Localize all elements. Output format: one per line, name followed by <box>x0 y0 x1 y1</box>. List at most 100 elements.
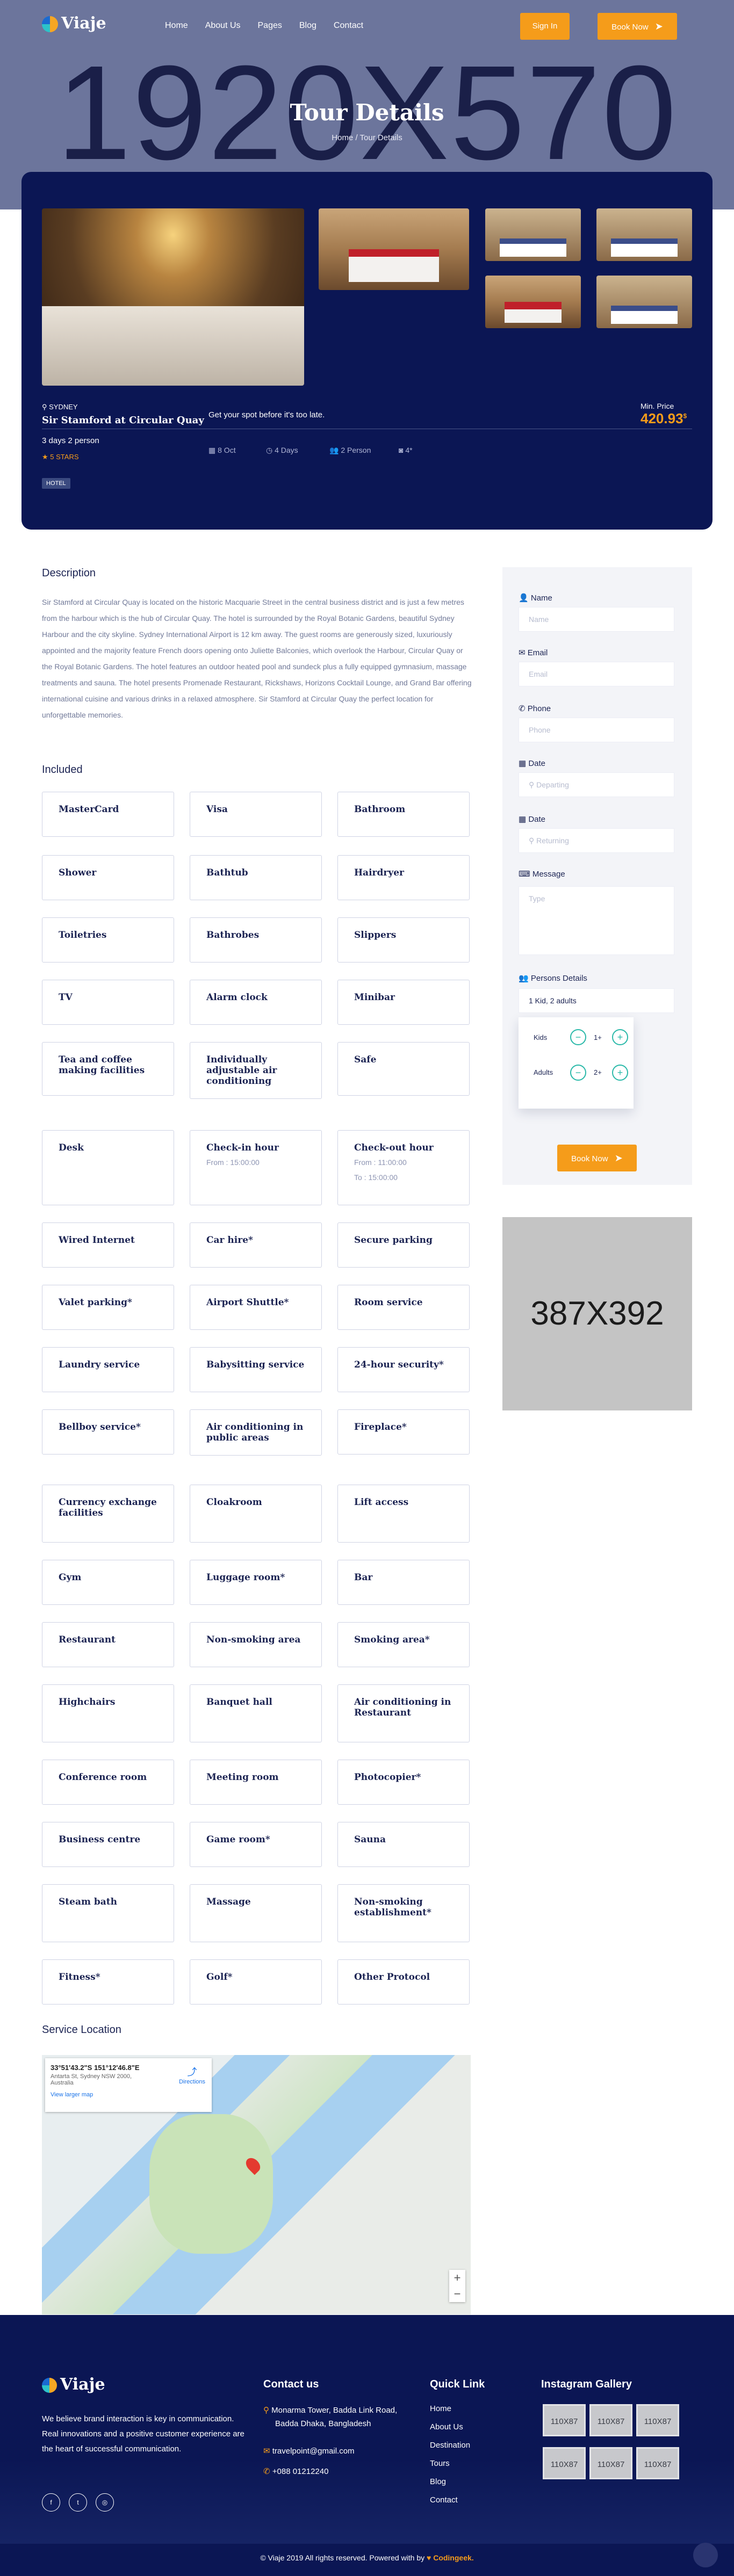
zoom-in-button[interactable]: + <box>449 2270 465 2286</box>
nav-blog[interactable]: Blog <box>299 21 316 31</box>
amenity-title: Bathtub <box>206 867 248 878</box>
amenity-item: Air conditioning in public areas <box>190 1409 322 1456</box>
quick-link-about[interactable]: About Us <box>430 2422 463 2432</box>
persons-input[interactable]: 1 Kid, 2 adults <box>519 988 674 1013</box>
users-icon: 👥 <box>329 446 341 454</box>
amenity-item: Fitness* <box>42 1959 174 2005</box>
amenity-item: Banquet hall <box>190 1684 322 1742</box>
room-photo-4[interactable] <box>485 276 581 328</box>
amenity-title: Toiletries <box>59 930 107 940</box>
name-input[interactable]: Name <box>519 607 674 632</box>
logo[interactable]: Viaje <box>42 14 106 33</box>
amenity-title: MasterCard <box>59 804 119 815</box>
departing-input[interactable]: ⚲ Departing <box>519 772 674 797</box>
adults-plus-button[interactable]: + <box>612 1065 628 1081</box>
phone-label: ✆ Phone <box>519 704 551 713</box>
quick-link-blog[interactable]: Blog <box>430 2477 446 2486</box>
persons-label: 👥 Persons Details <box>519 974 587 983</box>
amenity-title: Secure parking <box>354 1235 433 1246</box>
pin-icon: ⚲ <box>529 836 537 845</box>
zoom-controls: + − <box>449 2270 465 2302</box>
amenity-title: Other Protocol <box>354 1972 430 1982</box>
service-map[interactable]: 33°51'43.2"S 151°12'46.8"E Antarta St, S… <box>42 2055 471 2314</box>
amenity-item: Desk <box>42 1130 174 1205</box>
date-label-1: ▦ Date <box>519 759 546 768</box>
booking-form: 👤 Name Name ✉ Email Email ✆ Phone Phone … <box>502 567 692 1185</box>
quick-link-home[interactable]: Home <box>430 2404 451 2413</box>
amenity-title: TV <box>59 992 73 1003</box>
quick-link-destination[interactable]: Destination <box>430 2441 470 2450</box>
kids-plus-button[interactable]: + <box>612 1029 628 1045</box>
gallery-image[interactable]: 110X87 <box>543 2447 586 2479</box>
footer-email[interactable]: ✉ travelpoint@gmail.com <box>263 2446 355 2456</box>
kids-minus-button[interactable]: − <box>570 1029 586 1045</box>
gallery-image[interactable]: 110X87 <box>543 2404 586 2436</box>
view-larger-map-link[interactable]: View larger map <box>51 2092 206 2098</box>
amenity-item: Individually adjustable air conditioning <box>190 1042 322 1099</box>
amenity-item: Safe <box>337 1042 470 1096</box>
book-now-button[interactable]: Book Now ➤ <box>598 13 677 40</box>
nav-pages[interactable]: Pages <box>258 21 282 31</box>
amenity-title: Airport Shuttle* <box>206 1297 289 1308</box>
amenity-title: Desk <box>59 1142 84 1153</box>
email-input[interactable]: Email <box>519 662 674 686</box>
tour-persons: 👥 2 Person <box>329 446 371 454</box>
amenity-item: Game room* <box>190 1822 322 1867</box>
gallery-image[interactable]: 110X87 <box>636 2404 679 2436</box>
room-photo-5[interactable] <box>596 276 692 328</box>
room-photo-2[interactable] <box>485 208 581 261</box>
room-photo-3[interactable] <box>596 208 692 261</box>
date-label-2: ▦ Date <box>519 815 546 824</box>
tour-duration: 3 days 2 person <box>42 436 99 445</box>
amenity-title: Individually adjustable air conditioning <box>206 1054 277 1087</box>
phone-input[interactable]: Phone <box>519 718 674 742</box>
twitter-icon[interactable]: t <box>69 2493 87 2512</box>
calendar-icon: ▦ <box>519 759 529 768</box>
amenity-detail: From : 11:00:00 <box>354 1158 407 1167</box>
amenity-item: Alarm clock <box>190 980 322 1025</box>
nav-about[interactable]: About Us <box>205 21 241 31</box>
scroll-top-button[interactable] <box>693 2543 718 2567</box>
footer-logo[interactable]: Viaje <box>42 2375 105 2394</box>
amenity-title: Golf* <box>206 1972 233 1982</box>
message-textarea[interactable]: Type <box>519 886 674 955</box>
quick-link-tours[interactable]: Tours <box>430 2459 450 2468</box>
amenity-item: Bathtub <box>190 855 322 900</box>
quick-link-contact[interactable]: Contact <box>430 2495 458 2505</box>
amenity-item: Toiletries <box>42 917 174 963</box>
sign-in-button[interactable]: Sign In <box>520 13 570 40</box>
amenity-title: Luggage room* <box>206 1572 285 1583</box>
gallery-image[interactable]: 110X87 <box>589 2404 632 2436</box>
footer-phone[interactable]: ✆ +088 01212240 <box>263 2466 328 2476</box>
adults-minus-button[interactable]: − <box>570 1065 586 1081</box>
instagram-icon[interactable]: ◎ <box>96 2493 114 2512</box>
tour-name: Sir Stamford at Circular Quay <box>42 415 204 426</box>
amenity-title: Steam bath <box>59 1897 117 1907</box>
logo-icon <box>42 16 58 32</box>
submit-book-button[interactable]: Book Now ➤ <box>557 1145 637 1171</box>
gallery-image[interactable]: 110X87 <box>636 2447 679 2479</box>
directions-link[interactable]: ⤴ Directions <box>179 2065 205 2085</box>
amenity-title: Tea and coffee making facilities <box>59 1054 145 1076</box>
amenity-item: Fireplace* <box>337 1409 470 1455</box>
amenity-title: Slippers <box>354 930 397 940</box>
amenity-title: Safe <box>354 1054 377 1065</box>
tour-days: ◷ 4 Days <box>266 446 298 454</box>
amenity-item: Non-smoking area <box>190 1622 322 1667</box>
gallery-image[interactable]: 110X87 <box>589 2447 632 2479</box>
adults-label: Adults <box>534 1068 553 1076</box>
map-pin-icon: ⚲ <box>42 403 49 411</box>
calendar-icon: ▦ <box>519 815 529 824</box>
logo-icon <box>42 2378 57 2393</box>
phone-icon: ✆ <box>519 704 528 713</box>
returning-input[interactable]: ⚲ Returning <box>519 828 674 853</box>
map-pin-icon: ⚲ <box>263 2406 272 2415</box>
nav-contact[interactable]: Contact <box>334 21 363 31</box>
nav-home[interactable]: Home <box>165 21 188 31</box>
zoom-out-button[interactable]: − <box>449 2286 465 2302</box>
quick-link-heading: Quick Link <box>430 2378 485 2390</box>
facebook-icon[interactable]: f <box>42 2493 60 2512</box>
amenity-title: Non-smoking establishment* <box>354 1897 431 1918</box>
room-photo-1[interactable] <box>319 208 469 290</box>
restaurant-photo[interactable] <box>42 208 304 386</box>
